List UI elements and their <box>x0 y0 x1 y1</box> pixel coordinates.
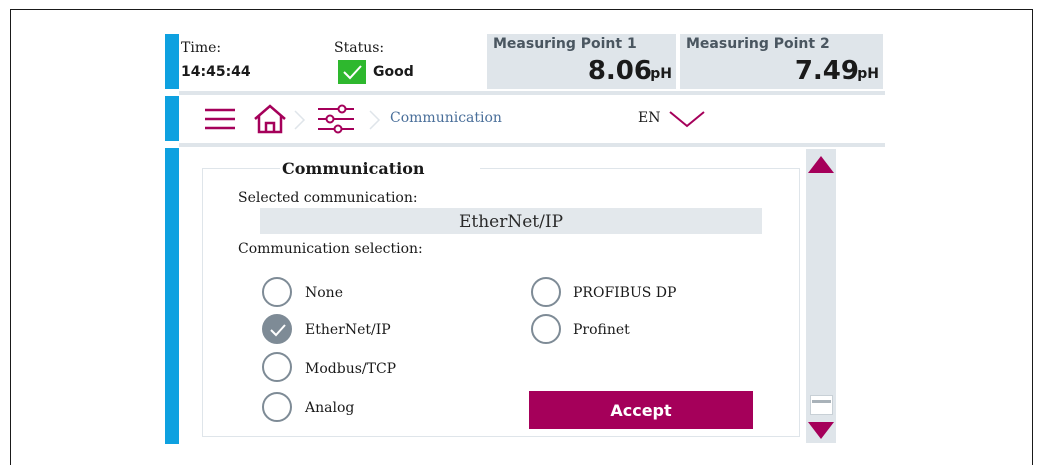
time-label: Time: <box>181 40 222 56</box>
measuring-point-value: 8.06 <box>587 56 652 86</box>
radio-button[interactable] <box>531 277 561 307</box>
hamburger-menu-icon[interactable] <box>205 107 237 131</box>
radio-label: PROFIBUS DP <box>573 285 677 301</box>
radio-button[interactable] <box>262 277 292 307</box>
language-value[interactable]: EN <box>638 110 660 126</box>
breadcrumb-current[interactable]: Communication <box>390 110 502 126</box>
radio-label: Analog <box>305 400 355 416</box>
check-icon <box>338 60 366 84</box>
check-icon <box>270 324 286 337</box>
header-separator <box>179 91 885 95</box>
scrollbar-thumb-grip <box>812 400 831 403</box>
frame-border-left <box>10 9 11 465</box>
breadcrumb-chevron-icon <box>294 110 306 130</box>
panel-title: Communication <box>282 159 425 178</box>
nav-accent-bar <box>165 96 179 141</box>
time-value: 14:45:44 <box>181 64 251 80</box>
scroll-up-icon[interactable] <box>807 154 835 174</box>
header-accent-bar <box>165 34 179 89</box>
chevron-down-icon[interactable] <box>668 108 706 130</box>
measuring-point-unit: pH <box>857 66 879 82</box>
breadcrumb-chevron-icon <box>369 110 381 130</box>
status-value: Good <box>373 64 414 80</box>
accept-button[interactable]: Accept <box>529 391 753 429</box>
panel-border-top <box>480 168 799 169</box>
status-label: Status: <box>334 40 385 56</box>
communication-selection-label: Communication selection: <box>238 241 423 257</box>
frame-border-right <box>1032 9 1033 465</box>
radio-button[interactable] <box>262 314 292 344</box>
radio-label: Profinet <box>573 322 630 338</box>
radio-label: None <box>305 285 343 301</box>
nav-separator <box>179 143 885 147</box>
measuring-point-2[interactable]: Measuring Point 2 7.49 pH <box>680 34 883 89</box>
scrollbar-thumb[interactable] <box>810 395 833 415</box>
panel-border-top <box>202 168 280 169</box>
measuring-point-1[interactable]: Measuring Point 1 8.06 pH <box>487 34 676 89</box>
content-accent-bar <box>165 148 179 444</box>
radio-button[interactable] <box>262 352 292 382</box>
measuring-point-title: Measuring Point 1 <box>493 36 637 52</box>
measuring-point-value: 7.49 <box>794 56 859 86</box>
scroll-down-icon[interactable] <box>807 421 835 441</box>
measuring-point-title: Measuring Point 2 <box>686 36 830 52</box>
radio-label: EtherNet/IP <box>305 322 391 338</box>
measuring-point-unit: pH <box>650 66 672 82</box>
sliders-icon[interactable] <box>318 104 354 134</box>
frame-border-top <box>10 9 1033 10</box>
selected-communication-label: Selected communication: <box>238 190 418 206</box>
selected-communication-value: EtherNet/IP <box>260 208 762 234</box>
radio-button[interactable] <box>262 392 292 422</box>
radio-button[interactable] <box>531 314 561 344</box>
radio-label: Modbus/TCP <box>305 361 397 377</box>
home-icon[interactable] <box>253 104 287 134</box>
